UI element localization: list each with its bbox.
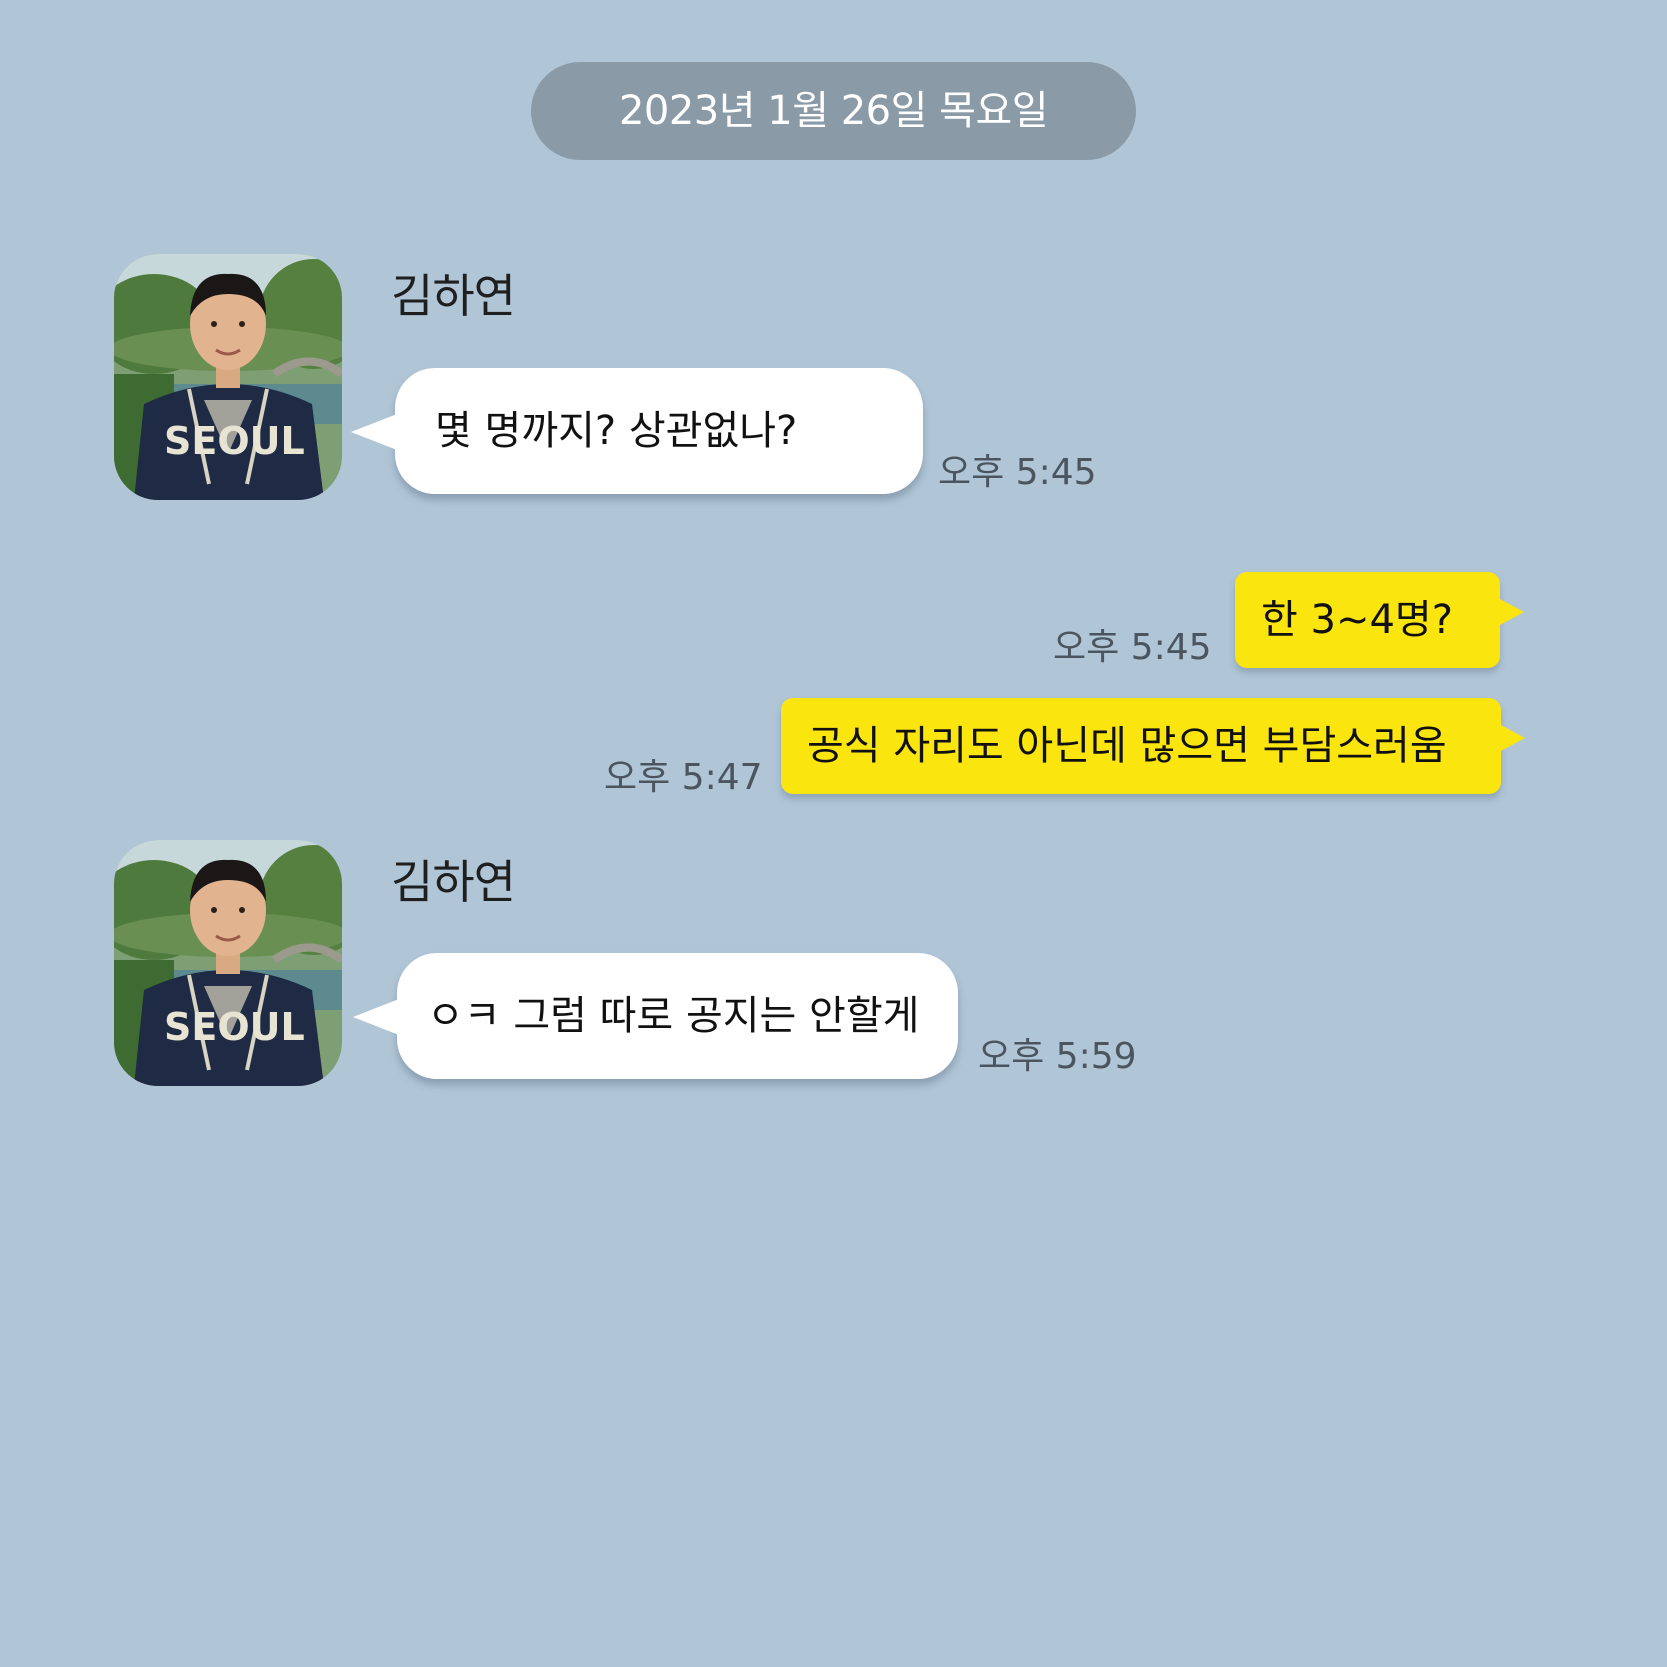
svg-text:SEOUL: SEOUL [164,419,305,463]
message-text: 몇 명까지? 상관없나? [435,408,798,454]
incoming-message-bubble[interactable]: 몇 명까지? 상관없나? [351,368,923,494]
sender-name: 김하연 [391,855,516,909]
svg-text:SEOUL: SEOUL [164,1005,305,1049]
avatar-photo-icon: SEOUL [114,254,342,500]
sender-name: 김하연 [391,269,516,323]
outgoing-message-bubble[interactable]: 한 3~4명? [1235,572,1524,668]
sender-avatar[interactable]: SEOUL [114,254,342,500]
message-text: ㅇㅋ 그럼 따로 공지는 안할게 [427,993,920,1039]
message-text: 공식 자리도 아닌데 많으면 부담스러움 [807,723,1447,769]
incoming-message-bubble[interactable]: ㅇㅋ 그럼 따로 공지는 안할게 [353,953,958,1079]
message-timestamp: 오후 5:45 [938,452,1097,493]
date-divider: 2023년 1월 26일 목요일 [531,62,1136,160]
message-text: 한 3~4명? [1261,597,1453,643]
sender-avatar[interactable]: SEOUL [114,840,342,1086]
message-timestamp: 오후 5:47 [604,757,763,798]
message-timestamp: 오후 5:59 [978,1036,1137,1077]
outgoing-message-bubble[interactable]: 공식 자리도 아닌데 많으면 부담스러움 [781,698,1525,794]
message-timestamp: 오후 5:45 [1053,627,1212,668]
avatar-photo-icon: SEOUL [114,840,342,1086]
